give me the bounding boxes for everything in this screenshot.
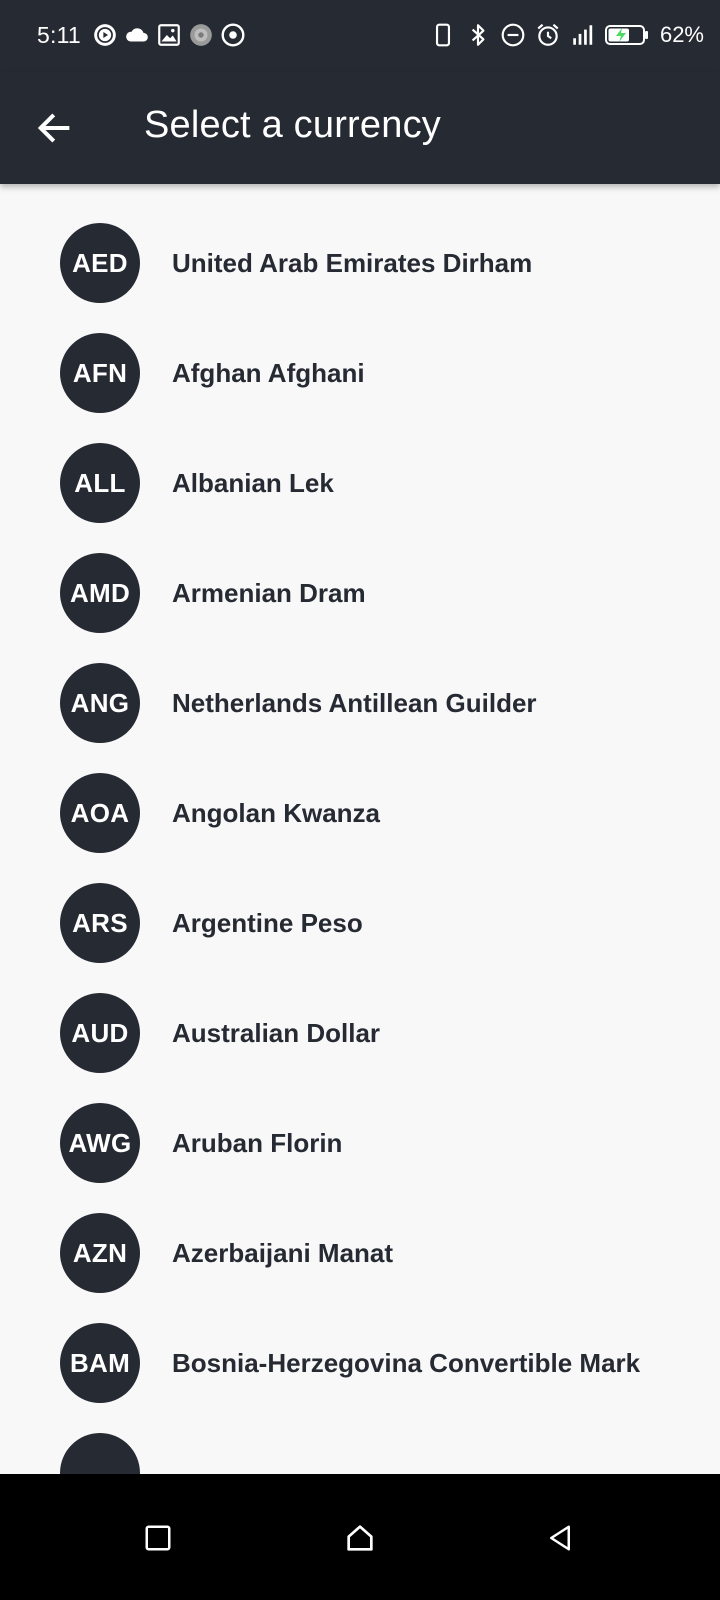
app-icon bbox=[188, 22, 214, 48]
currency-row[interactable]: AUD Australian Dollar bbox=[0, 977, 720, 1089]
back-nav-button[interactable] bbox=[532, 1510, 588, 1566]
currency-code-badge: ARS bbox=[60, 883, 140, 963]
currency-row[interactable]: ARS Argentine Peso bbox=[0, 867, 720, 979]
currency-name: Netherlands Antillean Guilder bbox=[172, 688, 537, 718]
currency-code-badge: AUD bbox=[60, 993, 140, 1073]
cloud-icon bbox=[124, 22, 150, 48]
status-bar: 5:11 62% bbox=[0, 0, 720, 72]
currency-row[interactable]: AED United Arab Emirates Dirham bbox=[0, 207, 720, 319]
target-icon bbox=[220, 22, 246, 48]
currency-name: Aruban Florin bbox=[172, 1128, 343, 1158]
page-title: Select a currency bbox=[144, 104, 441, 146]
home-icon bbox=[344, 1522, 376, 1554]
currency-row[interactable]: ALL Albanian Lek bbox=[0, 427, 720, 539]
back-button[interactable] bbox=[26, 100, 82, 156]
app-bar: Select a currency bbox=[0, 72, 720, 184]
currency-name: Australian Dollar bbox=[172, 1018, 381, 1048]
currency-name: United Arab Emirates Dirham bbox=[172, 248, 533, 278]
currency-name: Argentine Peso bbox=[172, 908, 363, 938]
currency-code-badge: ANG bbox=[60, 663, 140, 743]
navigation-bar bbox=[0, 1474, 720, 1600]
currency-code-badge: BAM bbox=[60, 1323, 140, 1403]
status-notification-icons bbox=[92, 22, 246, 48]
currency-name: Afghan Afghani bbox=[172, 358, 365, 388]
back-triangle-icon bbox=[545, 1523, 575, 1553]
recents-square-icon bbox=[143, 1523, 173, 1553]
home-button[interactable] bbox=[332, 1510, 388, 1566]
do-not-disturb-icon bbox=[500, 22, 526, 48]
currency-row[interactable]: AZN Azerbaijani Manat bbox=[0, 1197, 720, 1309]
currency-name: Bosnia-Herzegovina Convertible Mark bbox=[172, 1348, 641, 1378]
alarm-icon bbox=[535, 22, 561, 48]
phone-icon bbox=[430, 22, 456, 48]
battery-percent: 62% bbox=[659, 22, 704, 47]
status-system-icons: 62% bbox=[430, 22, 704, 48]
currency-list[interactable]: AED United Arab Emirates Dirham AFN Afghan … bbox=[0, 184, 720, 1474]
currency-code-badge: AOA bbox=[60, 773, 140, 853]
play-circle-icon bbox=[92, 22, 118, 48]
currency-code-badge: AWG bbox=[60, 1103, 140, 1183]
currency-code-badge: AED bbox=[60, 223, 140, 303]
currency-row[interactable]: ANG Netherlands Antillean Guilder bbox=[0, 647, 720, 759]
currency-row[interactable]: BAM Bosnia-Herzegovina Convertible Mark bbox=[0, 1307, 720, 1419]
recents-button[interactable] bbox=[130, 1510, 186, 1566]
currency-name: Albanian Lek bbox=[172, 468, 334, 498]
currency-row[interactable]: AOA Angolan Kwanza bbox=[0, 757, 720, 869]
currency-row[interactable]: AFN Afghan Afghani bbox=[0, 317, 720, 429]
currency-row[interactable]: AWG Aruban Florin bbox=[0, 1087, 720, 1199]
currency-name: Azerbaijani Manat bbox=[172, 1238, 394, 1268]
status-time: 5:11 bbox=[37, 22, 81, 48]
currency-code-badge: ALL bbox=[60, 443, 140, 523]
arrow-back-icon bbox=[34, 108, 74, 148]
bluetooth-icon bbox=[465, 22, 491, 48]
currency-code-badge bbox=[60, 1433, 140, 1474]
currency-name: Armenian Dram bbox=[172, 578, 366, 608]
battery-charging-icon bbox=[604, 23, 649, 47]
signal-icon bbox=[570, 22, 596, 48]
currency-code-badge: AFN bbox=[60, 333, 140, 413]
currency-code-badge: AMD bbox=[60, 553, 140, 633]
image-icon bbox=[156, 22, 182, 48]
currency-name: Angolan Kwanza bbox=[172, 798, 381, 828]
currency-code-badge: AZN bbox=[60, 1213, 140, 1293]
currency-row[interactable]: AMD Armenian Dram bbox=[0, 537, 720, 649]
currency-row[interactable] bbox=[0, 1417, 720, 1474]
